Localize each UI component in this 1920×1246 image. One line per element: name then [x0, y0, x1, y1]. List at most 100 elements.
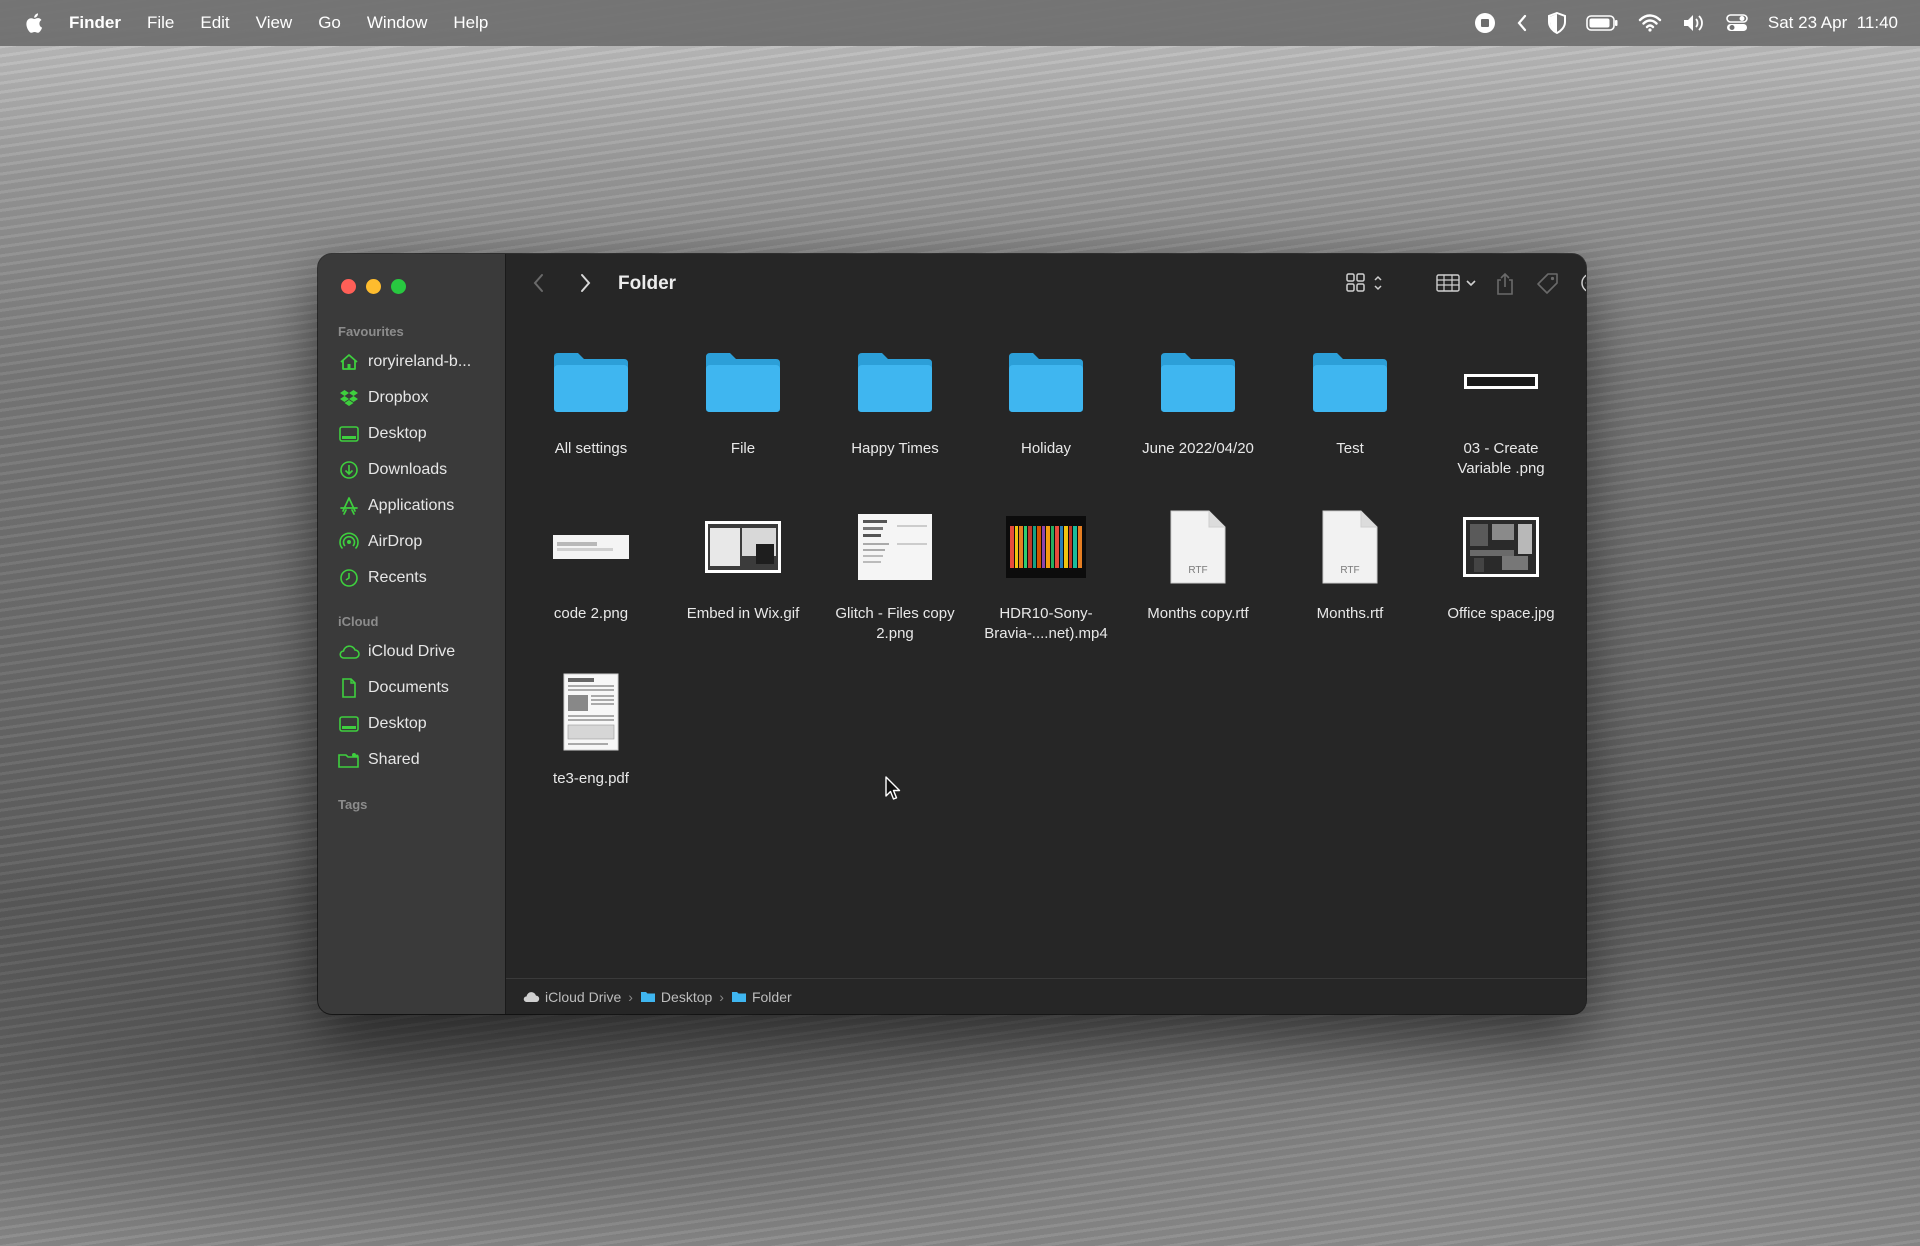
path-item-desktop[interactable]: Desktop — [640, 989, 712, 1005]
file-name: Holiday — [1020, 440, 1072, 457]
image-thumbnail — [1430, 334, 1572, 429]
sidebar-item-label: Dropbox — [368, 389, 429, 406]
sidebar-item-label: roryireland-b... — [368, 353, 472, 370]
file-item[interactable]: 03 - Create Variable .png — [1430, 334, 1572, 479]
sidebar-item-dropbox[interactable]: Dropbox — [338, 383, 498, 413]
rtf-document-icon: RTF — [1279, 499, 1421, 594]
menu-window[interactable]: Window — [367, 13, 427, 33]
file-name: Office space.jpg — [1447, 605, 1555, 622]
apple-menu-icon[interactable] — [23, 11, 47, 35]
sidebar-item-desktop[interactable]: Desktop — [338, 419, 498, 449]
file-browser: Folder All settings File Happy Times Hol… — [506, 254, 1586, 1014]
menu-view[interactable]: View — [256, 13, 293, 33]
more-actions-button[interactable] — [1580, 272, 1586, 294]
path-item-icloud-drive[interactable]: iCloud Drive — [522, 989, 621, 1005]
battery-icon[interactable] — [1586, 15, 1618, 31]
file-name: Test — [1336, 440, 1364, 457]
minimize-button[interactable] — [366, 279, 381, 294]
sidebar-item-home[interactable]: roryireland-b... — [338, 347, 498, 377]
share-icon — [1497, 272, 1513, 295]
sidebar-item-label: Desktop — [368, 425, 427, 442]
forward-button[interactable] — [578, 272, 592, 294]
volume-icon[interactable] — [1682, 13, 1706, 33]
finder-window: Favourites roryireland-b... Dropbox Desk… — [318, 254, 1586, 1014]
desktop-icon — [338, 714, 360, 734]
path-separator: › — [719, 988, 724, 1005]
file-name: Happy Times — [851, 440, 939, 457]
sidebar-item-icloud-desktop[interactable]: Desktop — [338, 709, 498, 739]
file-item[interactable]: File — [672, 334, 814, 459]
tag-button[interactable] — [1536, 272, 1560, 296]
menu-clock[interactable]: Sat 23 Apr 11:40 — [1768, 13, 1898, 33]
menu-edit[interactable]: Edit — [200, 13, 229, 33]
file-item[interactable]: RTF Months copy.rtf — [1127, 499, 1269, 624]
menu-go[interactable]: Go — [318, 13, 341, 33]
path-bar: iCloud Drive › Desktop › Folder — [506, 978, 1586, 1014]
menu-bar: Finder File Edit View Go Window Help Sat… — [0, 0, 1920, 46]
sidebar-item-label: Downloads — [368, 461, 448, 478]
file-item[interactable]: June 2022/04/20 — [1127, 334, 1269, 459]
image-thumbnail — [520, 499, 662, 594]
file-item[interactable]: HDR10-Sony- Bravia-....net).mp4 — [975, 499, 1117, 644]
back-button[interactable] — [532, 272, 546, 294]
sidebar-item-icloud-drive[interactable]: iCloud Drive — [338, 637, 498, 667]
control-center-icon[interactable] — [1726, 13, 1748, 33]
shield-icon[interactable] — [1547, 12, 1566, 34]
sidebar-item-label: iCloud Drive — [368, 643, 456, 660]
group-button[interactable] — [1436, 272, 1478, 294]
file-item[interactable]: code 2.png — [520, 499, 662, 624]
sidebar-item-recents[interactable]: Recents — [338, 563, 498, 593]
folder-icon — [1127, 334, 1269, 429]
file-item[interactable]: te3-eng.pdf — [520, 664, 662, 789]
sidebar-item-label: Desktop — [368, 715, 427, 732]
file-item[interactable]: Holiday — [975, 334, 1117, 459]
sidebar: Favourites roryireland-b... Dropbox Desk… — [318, 254, 506, 1014]
sidebar-item-documents[interactable]: Documents — [338, 673, 498, 703]
sidebar-item-shared[interactable]: Shared — [338, 745, 498, 775]
document-icon — [338, 678, 360, 698]
sidebar-item-applications[interactable]: Applications — [338, 491, 498, 521]
shared-folder-icon — [338, 750, 360, 770]
menu-help[interactable]: Help — [453, 13, 488, 33]
sidebar-item-downloads[interactable]: Downloads — [338, 455, 498, 485]
file-item[interactable]: Glitch - Files copy 2.png — [824, 499, 966, 644]
folder-icon — [824, 334, 966, 429]
toolbar: Folder — [506, 254, 1586, 314]
ellipsis-circle-icon — [1581, 274, 1586, 292]
file-item[interactable]: Happy Times — [824, 334, 966, 459]
menu-app-name[interactable]: Finder — [69, 13, 121, 33]
sidebar-item-airdrop[interactable]: AirDrop — [338, 527, 498, 557]
file-name: Embed in Wix.gif — [686, 605, 800, 622]
file-name: File — [730, 440, 756, 457]
sidebar-item-label: Recents — [368, 569, 427, 586]
window-title: Folder — [618, 273, 677, 294]
file-name: HDR10-Sony- Bravia-....net).mp4 — [984, 605, 1108, 642]
path-label: iCloud Drive — [545, 988, 622, 1005]
file-item[interactable]: Test — [1279, 334, 1421, 459]
menu-file[interactable]: File — [147, 13, 174, 33]
share-button[interactable] — [1494, 272, 1516, 296]
file-item[interactable]: Embed in Wix.gif — [672, 499, 814, 624]
airdrop-icon — [338, 532, 360, 552]
screen-record-icon[interactable] — [1474, 12, 1496, 34]
path-item-folder[interactable]: Folder — [731, 989, 792, 1005]
mouse-pointer-icon — [885, 776, 901, 800]
close-button[interactable] — [341, 279, 356, 294]
file-item[interactable]: All settings — [520, 334, 662, 459]
file-item[interactable]: RTF Months.rtf — [1279, 499, 1421, 624]
downloads-icon — [338, 460, 360, 480]
file-name: te3-eng.pdf — [553, 770, 629, 787]
video-thumbnail — [975, 499, 1117, 594]
sidebar-item-label: Documents — [368, 679, 449, 696]
image-thumbnail — [672, 499, 814, 594]
desktop-icon — [338, 424, 360, 444]
zoom-button[interactable] — [391, 279, 406, 294]
wifi-icon[interactable] — [1638, 14, 1662, 32]
sidebar-item-label: AirDrop — [368, 533, 423, 550]
chevron-left-icon[interactable] — [1516, 14, 1528, 32]
file-item[interactable]: Office space.jpg — [1430, 499, 1572, 624]
home-icon — [338, 352, 360, 372]
sidebar-heading-favourites: Favourites — [338, 324, 404, 339]
view-mode-button[interactable] — [1346, 272, 1386, 294]
rtf-badge: RTF — [1188, 564, 1208, 576]
